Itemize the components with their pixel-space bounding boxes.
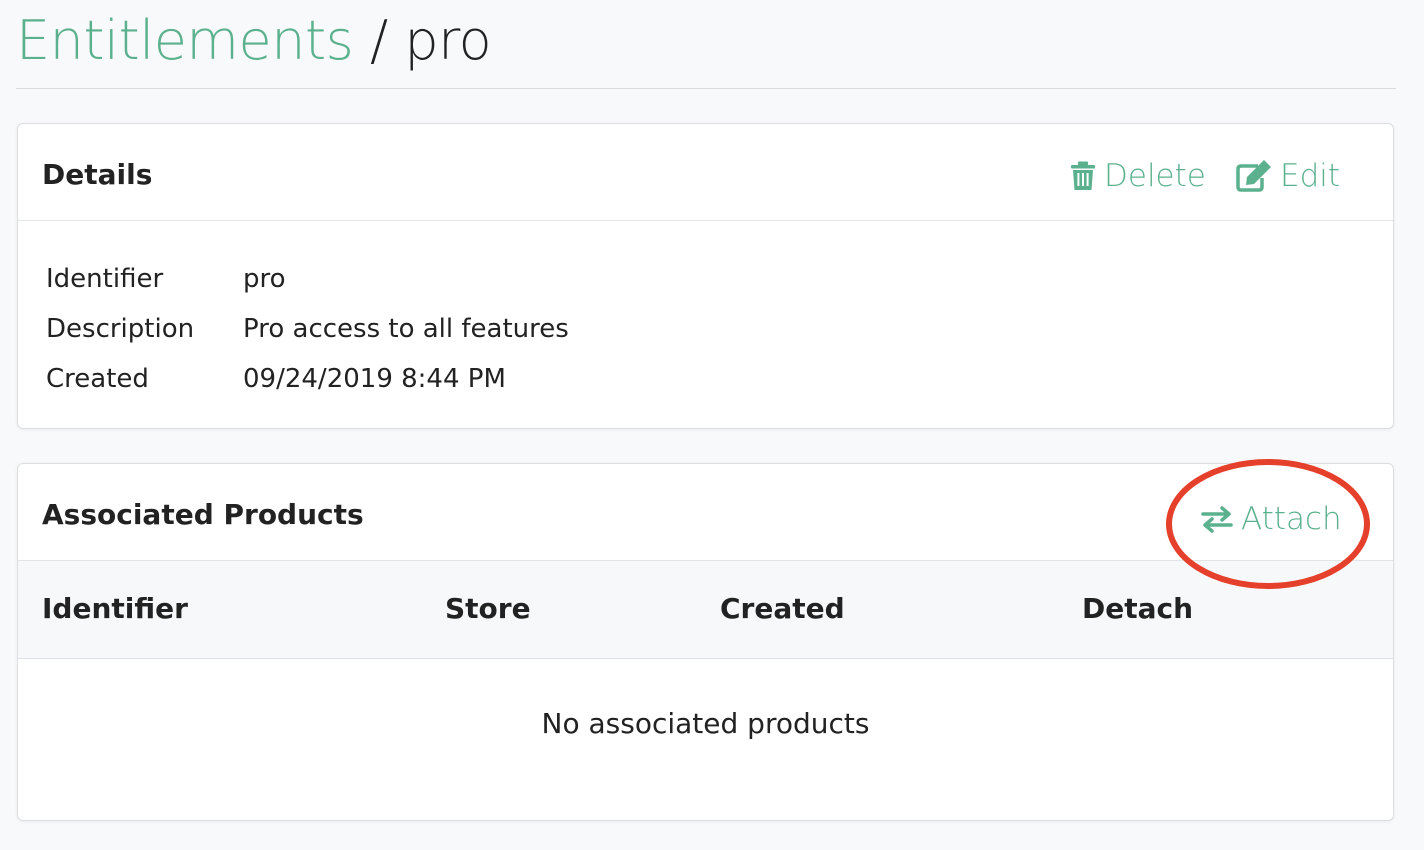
page-header: Entitlements / pro [16,0,1396,89]
page-title: Entitlements / pro [16,6,492,76]
associated-products-card: Associated Products Attach Identifier St… [17,463,1394,821]
edit-button[interactable]: Edit [1236,158,1340,194]
detail-value: pro [243,264,286,294]
exchange-arrows-icon [1201,506,1233,533]
details-card-header: Details Delete Edit [18,124,1393,221]
associated-products-header: Associated Products Attach [18,464,1393,561]
column-header-store: Store [445,592,531,625]
detail-label: Created [46,364,149,394]
breadcrumb-separator: / [369,9,388,72]
detail-value: 09/24/2019 8:44 PM [243,364,506,394]
column-header-identifier: Identifier [42,592,188,625]
attach-label: Attach [1241,501,1342,537]
details-card: Details Delete Edit Identifier pro Descr… [17,123,1394,429]
detail-label: Description [46,314,195,344]
column-header-detach: Detach [1082,592,1194,625]
attach-button[interactable]: Attach [1201,501,1342,537]
delete-button[interactable]: Delete [1070,158,1206,194]
trash-icon [1071,161,1095,190]
products-table-header: Identifier Store Created Detach [18,561,1393,659]
column-header-created: Created [720,592,845,625]
detail-row-description: Description Pro access to all features [46,304,569,354]
details-title: Details [42,158,153,191]
detail-row-created: Created 09/24/2019 8:44 PM [46,354,569,404]
detail-label: Identifier [46,264,164,294]
edit-icon [1236,160,1271,192]
breadcrumb-entitlements-link[interactable]: Entitlements [16,9,354,72]
associated-products-title: Associated Products [42,498,364,531]
details-list: Identifier pro Description Pro access to… [46,254,569,404]
empty-products-message: No associated products [541,707,870,740]
detail-row-identifier: Identifier pro [46,254,569,304]
detail-value: Pro access to all features [243,314,569,344]
breadcrumb-current: pro [404,9,492,72]
delete-label: Delete [1104,158,1206,194]
edit-label: Edit [1280,158,1341,194]
